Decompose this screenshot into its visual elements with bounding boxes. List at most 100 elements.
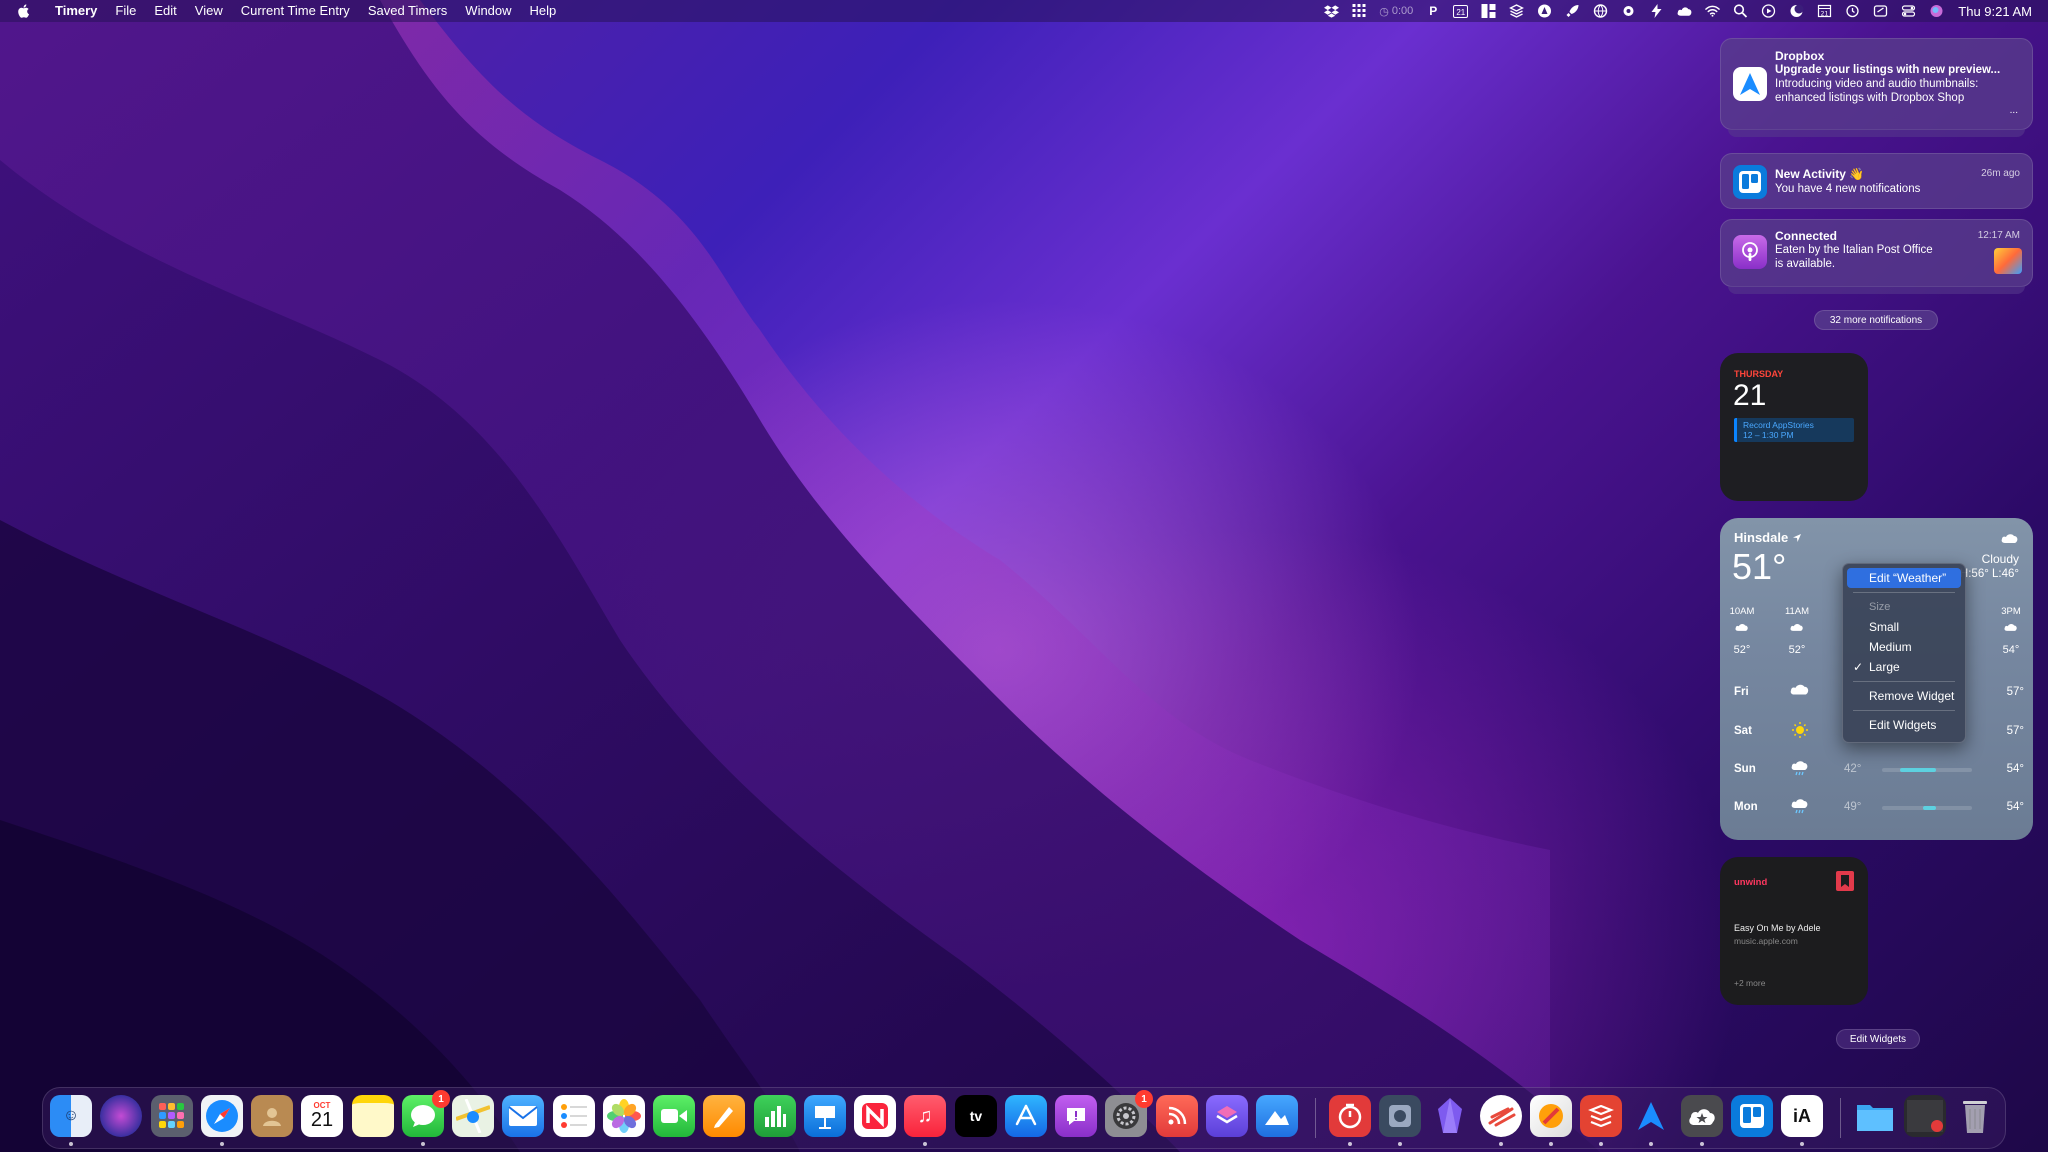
moon-icon[interactable]	[1788, 4, 1804, 18]
wifi-icon[interactable]	[1704, 4, 1720, 18]
menu-item-edit-widgets[interactable]: Edit Widgets	[1847, 715, 1961, 735]
menu-help[interactable]: Help	[521, 0, 566, 22]
notification-podcasts[interactable]: Connected Eaten by the Italian Post Offi…	[1720, 219, 2033, 287]
layout-icon[interactable]	[1480, 4, 1496, 18]
trello-dock-icon[interactable]	[1731, 1095, 1773, 1137]
siri-icon[interactable]	[1928, 4, 1944, 18]
notification-dropbox[interactable]: Dropbox Upgrade your listings with new p…	[1720, 38, 2033, 130]
cloud-menubar-icon[interactable]	[1676, 4, 1692, 18]
trash-icon[interactable]	[1954, 1095, 1996, 1137]
menu-window[interactable]: Window	[456, 0, 520, 22]
screenshot-icon[interactable]	[1872, 4, 1888, 18]
grid-icon[interactable]	[1351, 4, 1367, 18]
menu-view[interactable]: View	[186, 0, 232, 22]
spark-icon[interactable]	[1630, 1095, 1672, 1146]
notification-trello[interactable]: New Activity 👋 You have 4 new notificati…	[1720, 153, 2033, 209]
calendar-grid-icon[interactable]: 21	[1816, 4, 1832, 18]
search-icon[interactable]	[1732, 4, 1748, 18]
podcasts-icon	[1733, 235, 1767, 269]
app-menu[interactable]: Timery	[46, 0, 106, 22]
todoist-icon[interactable]	[1580, 1095, 1622, 1146]
reminders-icon[interactable]	[553, 1095, 595, 1137]
screenshot-app-icon[interactable]	[1379, 1095, 1421, 1146]
launchpad-icon[interactable]	[151, 1095, 193, 1137]
ia-writer-icon[interactable]: iA	[1781, 1095, 1823, 1146]
dropbox-icon[interactable]	[1323, 4, 1339, 18]
edit-widgets-button[interactable]: Edit Widgets	[1836, 1029, 1920, 1049]
cloud-star-icon[interactable]	[1681, 1095, 1723, 1146]
facetime-icon[interactable]	[653, 1095, 695, 1137]
messages-icon[interactable]: 1	[402, 1090, 450, 1146]
apple-tv-icon[interactable]: tv	[955, 1095, 997, 1137]
notes-icon[interactable]	[352, 1095, 394, 1137]
numbers-icon[interactable]	[754, 1095, 796, 1137]
unwind-widget[interactable]: unwind Easy On Me by Adele music.apple.c…	[1720, 857, 1868, 1005]
trello-icon	[1733, 165, 1767, 199]
menu-separator	[1853, 710, 1955, 711]
menubar-clock[interactable]: Thu 9:21 AM	[1958, 4, 2032, 19]
menu-current-time-entry[interactable]: Current Time Entry	[232, 0, 359, 22]
globe-icon[interactable]	[1592, 4, 1608, 18]
downloads-folder-icon[interactable]	[1854, 1095, 1896, 1137]
rocket-icon[interactable]	[1564, 4, 1580, 18]
calendar-widget[interactable]: THURSDAY 21 Record AppStories 12 – 1:30 …	[1720, 353, 1868, 501]
control-center-icon[interactable]	[1900, 4, 1916, 18]
running-indicator	[220, 1142, 224, 1146]
notification-stack-edge	[1728, 129, 2025, 137]
fantastical-icon[interactable]	[1480, 1095, 1522, 1146]
safari-icon[interactable]	[201, 1095, 243, 1146]
music-icon[interactable]: ♫	[904, 1095, 946, 1146]
obsidian-icon[interactable]	[1429, 1095, 1471, 1137]
app-store-icon[interactable]	[1005, 1095, 1047, 1137]
daily-forecast-row: Sun 42° 54°	[1734, 759, 2024, 781]
calendar-menubar-icon[interactable]: 21	[1453, 4, 1469, 18]
calendar-weekday: THURSDAY	[1734, 369, 1784, 379]
layers-icon[interactable]	[1508, 4, 1524, 18]
menu-item-remove-widget[interactable]: Remove Widget	[1847, 686, 1961, 706]
account-icon[interactable]	[1536, 4, 1552, 18]
menu-item-edit-weather[interactable]: Edit “Weather”	[1847, 568, 1961, 588]
day-name: Fri	[1734, 686, 1749, 698]
day-high: 54°	[2006, 801, 2024, 813]
menu-item-size-large[interactable]: ✓ Large	[1847, 657, 1961, 677]
shortcuts-icon[interactable]	[1206, 1095, 1248, 1137]
timery-icon[interactable]	[1329, 1095, 1371, 1146]
play-circle-icon[interactable]	[1760, 4, 1776, 18]
recent-window-icon[interactable]	[1904, 1095, 1946, 1137]
messages-badge: 1	[432, 1090, 450, 1108]
bolt-icon[interactable]	[1648, 4, 1664, 18]
menu-edit[interactable]: Edit	[145, 0, 185, 22]
more-notifications-button[interactable]: 32 more notifications	[1814, 310, 1938, 330]
photos-icon[interactable]	[603, 1095, 645, 1137]
system-settings-icon[interactable]: 1	[1105, 1090, 1153, 1137]
contacts-icon[interactable]	[251, 1095, 293, 1137]
timer-status[interactable]: ◷ 0:00	[1379, 5, 1413, 18]
reeder-icon[interactable]	[1156, 1095, 1198, 1137]
preview-icon[interactable]	[1256, 1095, 1298, 1137]
gear-badge-icon[interactable]	[1620, 4, 1636, 18]
finder-icon[interactable]: ☺	[50, 1095, 92, 1146]
keynote-icon[interactable]	[804, 1095, 846, 1137]
pixelmator-icon[interactable]	[1530, 1095, 1572, 1146]
menu-header-size: Size	[1869, 601, 1891, 613]
calendar-event[interactable]: Record AppStories 12 – 1:30 PM	[1734, 418, 1854, 442]
feedback-icon[interactable]	[1055, 1095, 1097, 1137]
unwind-item-title[interactable]: Easy On Me by Adele	[1734, 923, 1821, 933]
siri-dock-icon[interactable]	[100, 1095, 142, 1137]
ia-writer-label: iA	[1793, 1105, 1811, 1126]
menu-item-size-small[interactable]: Small	[1847, 617, 1961, 637]
timer-text: 0:00	[1391, 5, 1414, 17]
menu-saved-timers[interactable]: Saved Timers	[359, 0, 456, 22]
parking-icon[interactable]: P	[1425, 4, 1441, 18]
maps-icon[interactable]	[452, 1095, 494, 1137]
menu-file[interactable]: File	[106, 0, 145, 22]
bookmark-icon	[1836, 871, 1854, 891]
apple-menu-icon[interactable]	[16, 3, 32, 19]
news-icon[interactable]	[854, 1095, 896, 1137]
calendar-dock-icon[interactable]: OCT 21	[301, 1095, 343, 1137]
mail-icon[interactable]	[502, 1095, 544, 1137]
menu-item-size-medium[interactable]: Medium	[1847, 637, 1961, 657]
temp-range-bar	[1882, 806, 1972, 810]
pages-icon[interactable]	[703, 1095, 745, 1137]
clock-history-icon[interactable]	[1844, 4, 1860, 18]
